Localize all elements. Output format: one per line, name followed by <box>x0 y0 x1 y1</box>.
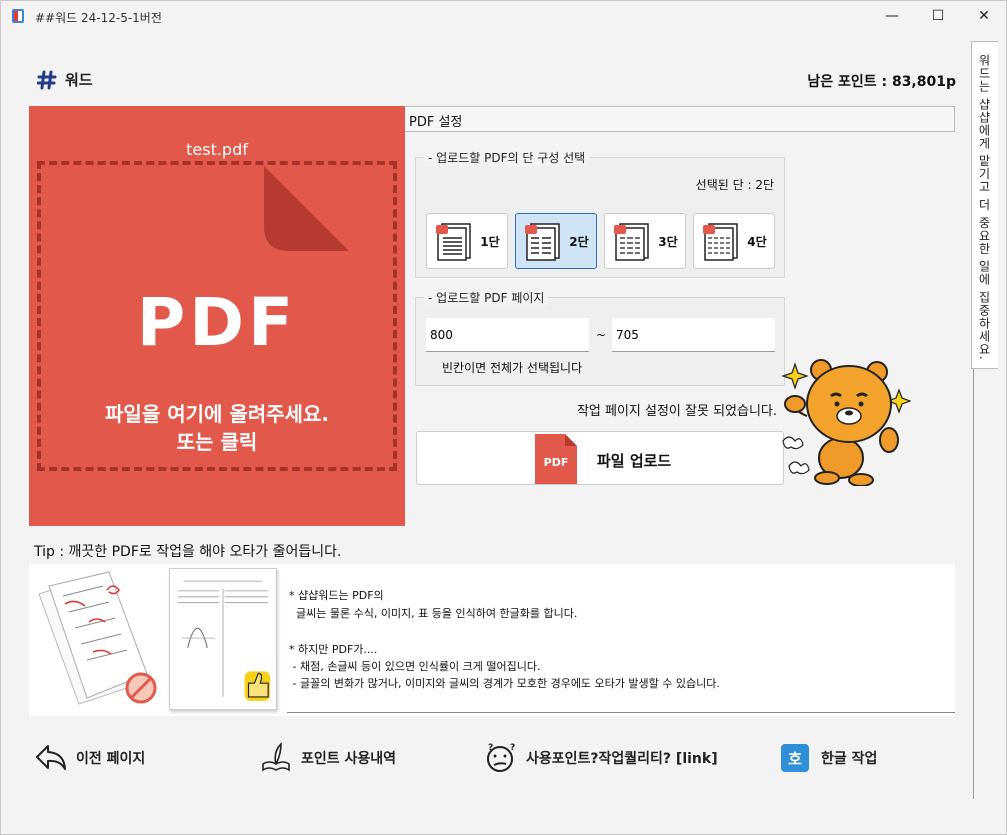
page-range-group: - 업로드할 PDF 페이지 ~ 빈칸이면 전체가 선택됩니다 <box>415 289 785 386</box>
column-3-label: 3단 <box>658 234 678 249</box>
column-3-button[interactable]: 3단 <box>604 213 686 269</box>
tip-line-6: - 글꼴의 변화가 많거나, 이미지와 글씨의 경계가 모호한 경우에도 오타가… <box>289 677 720 690</box>
hangul-work-button[interactable]: 호 한글 작업 <box>779 741 877 775</box>
side-tab-text: 워드는 샵샵에게 맡기고 더 중요한 일에 집중하세요. <box>977 54 991 361</box>
drop-message: 파일을 여기에 올려주세요. <box>105 402 329 426</box>
three-column-doc-icon <box>614 223 650 261</box>
hangul-work-label: 한글 작업 <box>821 751 878 767</box>
file-upload-button[interactable]: PDF 파일 업로드 <box>416 431 784 485</box>
side-tab[interactable]: 워드는 샵샵에게 맡기고 더 중요한 일에 집중하세요. <box>971 41 998 369</box>
point-history-label: 포인트 사용내역 <box>301 751 397 767</box>
brand-label: 워드 <box>65 71 93 89</box>
tip-title: Tip : 깨끗한 PDF로 작업을 해야 오타가 줄어듭니다. <box>34 544 342 560</box>
hangul-app-icon-label: 호 <box>788 750 802 768</box>
pdf-settings-header: PDF 설정 <box>405 106 955 132</box>
selected-columns-label: 선택된 단 : 2단 <box>695 178 774 192</box>
svg-text:?: ? <box>510 743 515 753</box>
column-2-button[interactable]: 2단 <box>515 213 597 269</box>
minimize-button[interactable]: — <box>869 1 915 31</box>
marked-paper-illustration <box>29 564 167 716</box>
brand: 워드 <box>37 69 93 90</box>
mascot-illustration <box>781 359 911 486</box>
column-2-label: 2단 <box>569 234 589 249</box>
prev-page-label: 이전 페이지 <box>76 751 146 767</box>
two-column-doc-icon <box>525 223 561 261</box>
range-separator: ~ <box>596 328 607 342</box>
page-from-input[interactable] <box>426 318 589 352</box>
point-history-button[interactable]: 포인트 사용내역 <box>259 741 396 775</box>
svg-text:?: ? <box>488 743 493 753</box>
hashtag-icon <box>37 70 57 89</box>
hangul-app-icon: 호 <box>781 744 809 772</box>
column-4-label: 4단 <box>747 234 767 249</box>
column-4-button[interactable]: 4단 <box>693 213 775 269</box>
tip-line-5: - 채점, 손글씨 등이 있으면 인식률이 크게 떨어집니다. <box>289 660 541 673</box>
app-window: ##워드 24-12-5-1버전 — ☐ ✕ 워드 남은 포인트 : 83,80… <box>0 0 1007 835</box>
remaining-points: 남은 포인트 : 83,801p <box>807 74 956 90</box>
tip-line-2: 글씨는 물론 수식, 이미지, 표 등을 인식하여 한글화를 합니다. <box>289 607 578 620</box>
confused-face-icon: ? ? <box>487 743 515 772</box>
column-config-group: - 업로드할 PDF의 단 구성 선택 선택된 단 : 2단 1단 2단 3단 … <box>415 149 785 278</box>
column-1-button[interactable]: 1단 <box>426 213 508 269</box>
pdf-file-icon-label: PDF <box>544 456 569 469</box>
tip-divider <box>287 712 955 713</box>
quality-link-button[interactable]: ? ? 사용포인트?작업퀄리티? [link] <box>484 741 718 775</box>
page-range-title: - 업로드할 PDF 페이지 <box>424 289 549 306</box>
pdf-label: PDF <box>136 284 298 361</box>
book-quill-icon <box>262 742 290 772</box>
page-range-hint: 빈칸이면 전체가 선택됩니다 <box>442 361 583 375</box>
tip-line-1: * 샵샵워드는 PDF의 <box>289 589 384 602</box>
four-column-doc-icon <box>703 223 739 261</box>
prev-page-button[interactable]: 이전 페이지 <box>34 741 145 775</box>
window-title: ##워드 24-12-5-1버전 <box>35 11 162 25</box>
pdf-drop-zone[interactable]: test.pdf PDF 파일을 여기에 올려주세요. 또는 클릭 <box>29 106 405 526</box>
close-button[interactable]: ✕ <box>961 1 1007 31</box>
quality-link-label: 사용포인트?작업퀄리티? [link] <box>526 751 718 767</box>
pdf-file-icon: PDF <box>535 434 577 484</box>
title-bar: ##워드 24-12-5-1버전 — ☐ ✕ <box>1 1 1006 31</box>
side-divider <box>973 369 974 799</box>
drop-message-click: 또는 클릭 <box>176 430 258 454</box>
file-upload-label: 파일 업로드 <box>597 452 672 470</box>
maximize-button[interactable]: ☐ <box>915 1 961 31</box>
back-arrow-icon <box>36 745 66 770</box>
column-1-label: 1단 <box>480 234 500 249</box>
column-group-title: - 업로드할 PDF의 단 구성 선택 <box>424 149 590 166</box>
page-to-input[interactable] <box>612 318 775 352</box>
page-setting-warning: 작업 페이지 설정이 잘못 되었습니다. <box>576 404 777 419</box>
app-icon <box>12 9 24 23</box>
one-column-doc-icon <box>436 223 472 261</box>
selected-filename: test.pdf <box>186 140 248 159</box>
tip-panel: * 샵샵워드는 PDF의 글씨는 물론 수식, 이미지, 표 등을 인식하여 한… <box>29 564 955 716</box>
clean-paper-illustration <box>169 568 277 710</box>
tip-line-4: * 하지만 PDF가.... <box>289 643 378 656</box>
